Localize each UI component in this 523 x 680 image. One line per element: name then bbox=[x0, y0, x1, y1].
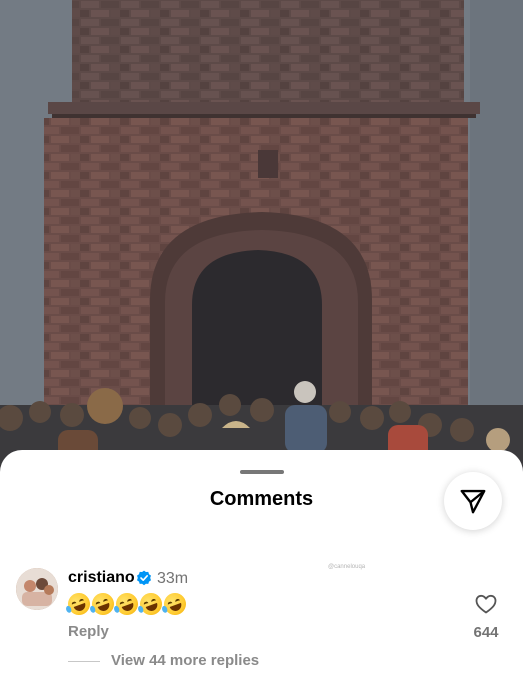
avatar[interactable] bbox=[16, 568, 58, 610]
reply-button[interactable]: Reply bbox=[68, 623, 109, 640]
share-button[interactable] bbox=[444, 472, 502, 530]
comment-username[interactable]: cristiano bbox=[68, 569, 135, 587]
sheet-drag-handle[interactable] bbox=[240, 470, 284, 474]
rolling-laughing-emoji-icon bbox=[112, 589, 142, 619]
heart-outline-icon[interactable] bbox=[474, 592, 498, 616]
church-scene-image bbox=[0, 0, 523, 480]
view-more-replies-button[interactable]: View 44 more replies bbox=[111, 652, 259, 669]
like-count: 644 bbox=[473, 624, 499, 641]
verified-badge-icon bbox=[137, 570, 151, 586]
rolling-laughing-emoji-icon bbox=[136, 589, 166, 619]
video-background[interactable] bbox=[0, 0, 523, 480]
comment-timestamp: 33m bbox=[157, 570, 189, 587]
replies-divider bbox=[68, 661, 100, 662]
comment-text bbox=[64, 589, 190, 619]
comments-sheet: Comments @cannelouqa cristiano 33m Reply… bbox=[0, 450, 523, 680]
paper-plane-icon bbox=[460, 489, 486, 514]
rolling-laughing-emoji-icon bbox=[160, 589, 190, 619]
rolling-laughing-emoji-icon bbox=[88, 589, 118, 619]
comment-item: cristiano 33m Reply 644 View 44 more rep… bbox=[0, 566, 523, 676]
rolling-laughing-emoji-icon bbox=[64, 589, 94, 619]
avatar-photo bbox=[16, 568, 58, 610]
